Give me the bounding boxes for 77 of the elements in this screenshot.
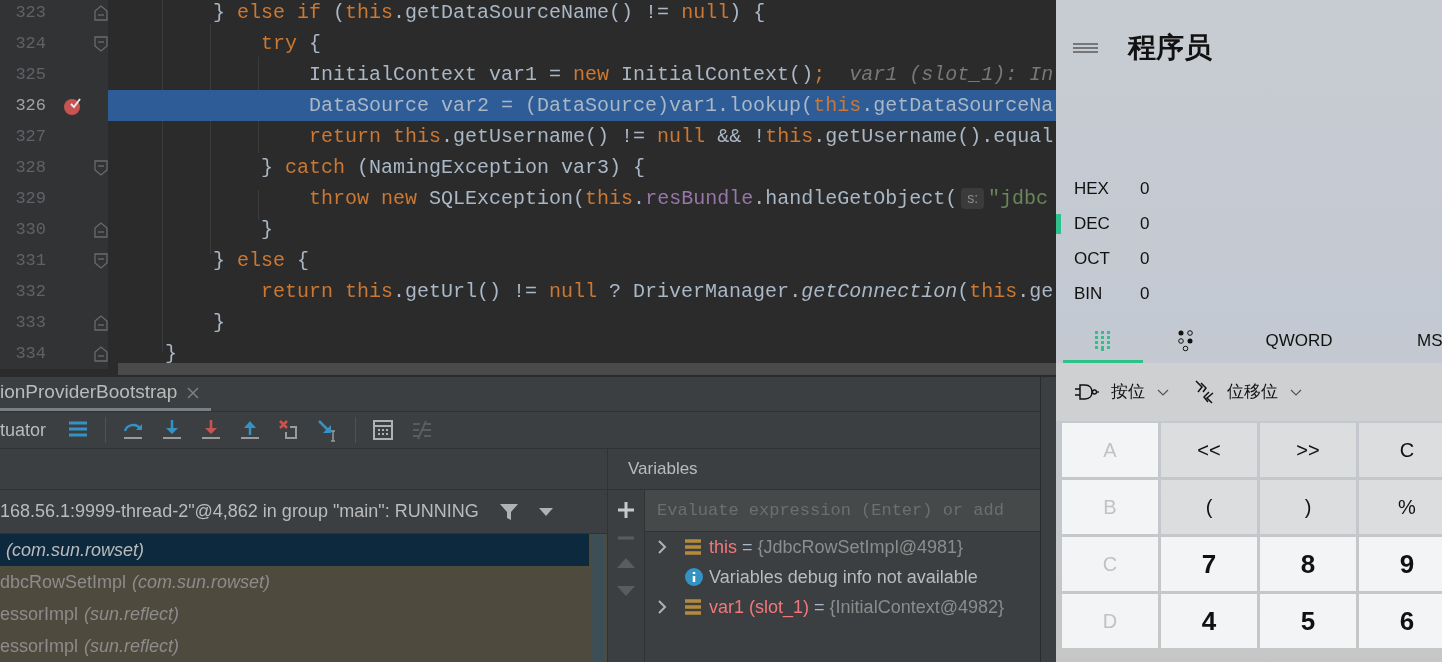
code-text: throw new SQLException(this.resBundle.handleGetObject(: [308, 185, 958, 212]
calculator-key[interactable]: (: [1161, 480, 1257, 534]
radix-label[interactable]: HEX: [1074, 175, 1140, 202]
fold-marker-icon[interactable]: [94, 314, 108, 331]
line-number: 326: [14, 94, 46, 117]
calculator-key[interactable]: 4: [1161, 594, 1257, 648]
radix-label[interactable]: OCT: [1074, 245, 1140, 272]
code-text: try {: [260, 30, 322, 57]
thread-selector[interactable]: 168.56.1:9999-thread-2"@4,862 in group "main": RUNNING: [0, 498, 479, 525]
calculator-key[interactable]: >>: [1260, 423, 1356, 477]
word-size-tab[interactable]: MS: [1370, 321, 1442, 363]
code-text: return this.getUrl() != null ? DriverManager.getConnection(this.ge: [260, 278, 1054, 305]
calculator-key[interactable]: 5: [1260, 594, 1356, 648]
calculator-key[interactable]: 8: [1260, 537, 1356, 591]
calculator-icon[interactable]: [371, 418, 396, 443]
calculator-key[interactable]: <<: [1161, 423, 1257, 477]
expand-chevron-icon[interactable]: [657, 540, 667, 554]
code-text: InitialContext var1 = new InitialContext();: [308, 61, 826, 88]
panel-title: Variables: [628, 458, 698, 481]
radix-value: 0: [1140, 247, 1150, 270]
calculator-mode-title: 程序员: [1128, 30, 1212, 65]
fold-marker-icon[interactable]: [94, 345, 108, 362]
menu-icon[interactable]: [1073, 42, 1098, 53]
radix-label[interactable]: DEC: [1074, 210, 1140, 237]
scrollbar-thumb[interactable]: [591, 534, 605, 662]
radix-value: 0: [1140, 282, 1150, 305]
code-text: DataSource var2 = (DataSource)var1.lookup(this.getDataSourceNa: [308, 92, 1054, 119]
chevron-down-icon[interactable]: [1157, 388, 1169, 396]
logic-gate-icon: [1075, 384, 1099, 400]
radix-value: 0: [1140, 212, 1150, 235]
radix-value: 0: [1140, 177, 1150, 200]
dropdown-caret-icon[interactable]: [538, 507, 553, 516]
calculator-key[interactable]: 9: [1359, 537, 1442, 591]
code-text: "jdbc: [988, 185, 1049, 212]
fold-marker-icon[interactable]: [94, 252, 108, 269]
code-text: }: [260, 216, 274, 243]
calculator-key[interactable]: C: [1359, 423, 1442, 477]
calculator-key[interactable]: 6: [1359, 594, 1442, 648]
add-icon[interactable]: [618, 502, 634, 518]
close-icon[interactable]: [187, 386, 200, 399]
calculator-key[interactable]: %: [1359, 480, 1442, 534]
bit-toggle-icon: [1177, 329, 1194, 352]
info-message: Variables debug info not available: [709, 565, 978, 589]
calculator-key[interactable]: ): [1260, 480, 1356, 534]
session-tab[interactable]: ionProviderBootstrap: [0, 377, 212, 412]
variable-entry[interactable]: var1 (slot_1) = {InitialContext@4982}: [709, 593, 1004, 621]
fold-marker-icon[interactable]: [94, 221, 108, 238]
tab-label[interactable]: tuator: [0, 416, 47, 444]
code-text: } else {: [212, 247, 310, 274]
bit-operation-menu[interactable]: 按位: [1075, 379, 1169, 405]
expand-chevron-icon[interactable]: [657, 600, 667, 614]
variable-entry[interactable]: this = {JdbcRowSetImpl@4981}: [709, 533, 963, 561]
move-up-icon[interactable]: [617, 558, 635, 568]
field-icon: [685, 599, 701, 615]
move-down-icon[interactable]: [617, 586, 635, 596]
parameter-hint: s:: [961, 188, 985, 209]
fold-marker-icon[interactable]: [94, 35, 108, 52]
horizontal-scrollbar[interactable]: [118, 363, 1056, 375]
code-text: } else if (this.getDataSourceName() != null) {: [212, 0, 766, 26]
calculator-key[interactable]: 7: [1161, 537, 1257, 591]
radix-label[interactable]: BIN: [1074, 280, 1140, 307]
filter-icon[interactable]: [498, 501, 519, 522]
inline-value-hint: var1 (slot_1): In: [849, 61, 1054, 88]
code-text: }: [164, 340, 177, 367]
info-icon: [685, 568, 703, 586]
fold-marker-icon[interactable]: [94, 159, 108, 176]
shift-arrows-icon: [1195, 380, 1215, 404]
stack-frame[interactable]: (com.sun.rowset): [0, 534, 589, 566]
code-text: }: [212, 309, 226, 336]
word-size-tab[interactable]: QWORD: [1228, 321, 1370, 363]
bit-operation-menu[interactable]: 位移位: [1195, 379, 1302, 405]
keypad-icon: [1095, 330, 1111, 351]
code-text: } catch (NamingException var3) {: [260, 154, 646, 181]
chevron-down-icon[interactable]: [1290, 388, 1302, 396]
field-icon: [685, 539, 701, 555]
fold-marker-icon[interactable]: [94, 4, 108, 21]
code-text: return this.getUsername() != null && !this.getUsername().equal: [308, 123, 1054, 150]
